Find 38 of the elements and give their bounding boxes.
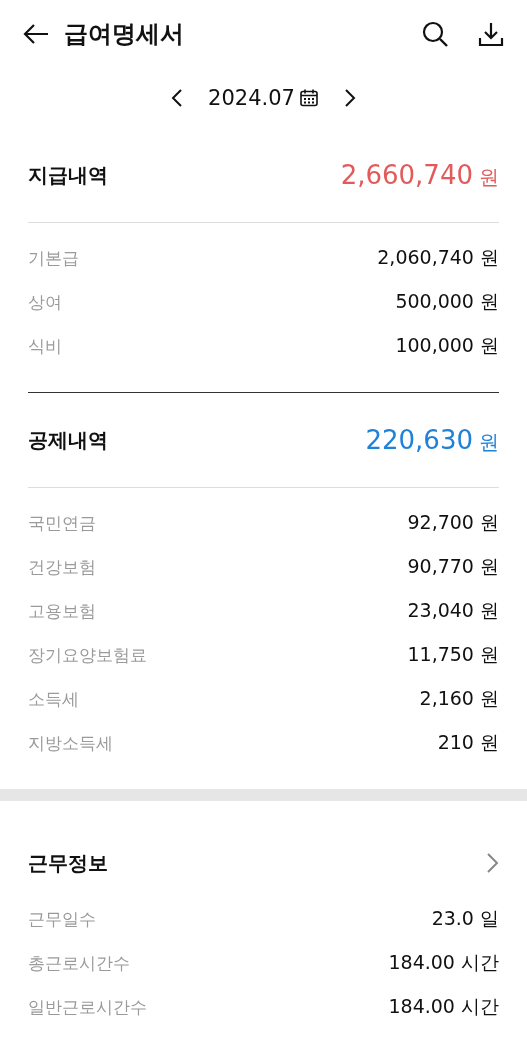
chevron-right-icon[interactable]: [485, 852, 499, 874]
section-title: 지급내역: [28, 161, 108, 189]
item-label: 기본급: [28, 246, 79, 270]
item-value: 92,700 원: [407, 510, 499, 535]
item-label: 일반근로시간수: [28, 995, 147, 1019]
back-icon[interactable]: [22, 22, 50, 46]
total-amount: 2,660,740 원: [340, 159, 499, 191]
item-value: 90,770 원: [407, 554, 499, 579]
item-value: 2,060,740 원: [377, 245, 499, 270]
item-value: 184.00 시간: [388, 950, 499, 975]
search-icon[interactable]: [421, 20, 449, 48]
item-label: 건강보험: [28, 555, 96, 579]
item-label: 국민연금: [28, 511, 96, 535]
item-label: 총근로시간수: [28, 951, 130, 975]
item-value: 100,000 원: [395, 333, 499, 358]
item-label: 소득세: [28, 687, 79, 711]
item-label: 고용보험: [28, 599, 96, 623]
download-icon[interactable]: [477, 20, 505, 48]
section-title: 근무정보: [28, 849, 108, 877]
item-label: 상여: [28, 290, 62, 314]
item-value: 184.00 시간: [388, 994, 499, 1019]
period-label: 2024.07: [208, 86, 295, 110]
item-label: 지방소득세: [28, 731, 113, 755]
calendar-icon[interactable]: [298, 88, 319, 108]
item-value: 2,160 원: [419, 686, 499, 711]
item-value: 23,040 원: [407, 598, 499, 623]
item-value: 210 원: [437, 730, 499, 755]
item-value: 23.0 일: [431, 906, 499, 931]
total-amount: 220,630 원: [365, 424, 499, 456]
item-label: 근무일수: [28, 907, 96, 931]
item-label: 식비: [28, 334, 62, 358]
page-title: 급여명세서: [64, 19, 185, 50]
item-value: 11,750 원: [407, 642, 499, 667]
previous-icon[interactable]: [170, 88, 185, 108]
item-value: 500,000 원: [395, 289, 499, 314]
next-icon[interactable]: [342, 88, 357, 108]
section-title: 공제내역: [28, 426, 108, 454]
item-label: 장기요양보험료: [28, 643, 147, 667]
